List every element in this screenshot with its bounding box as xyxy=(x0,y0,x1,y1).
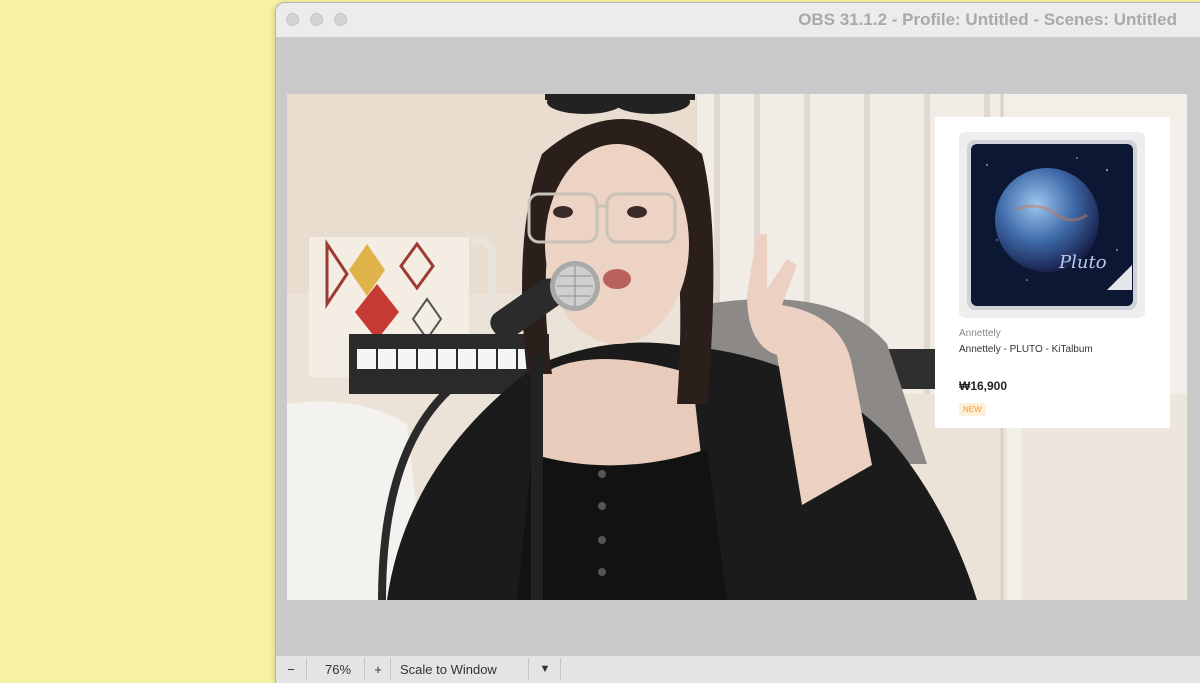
album-case: Pluto xyxy=(959,132,1145,318)
zoom-level: 76% xyxy=(324,662,352,677)
product-artist: Annettely xyxy=(959,328,1001,339)
preview-zoom-bar: − 76% + Scale to Window ▼ xyxy=(276,655,1200,683)
album-title-text: Pluto xyxy=(1058,252,1107,273)
scale-mode-select[interactable]: Scale to Window xyxy=(392,656,532,683)
new-badge: NEW xyxy=(959,403,986,416)
minimize-window-button[interactable] xyxy=(310,13,323,26)
zoom-out-button[interactable]: − xyxy=(278,656,304,683)
scale-dropdown-chevron-icon[interactable]: ▼ xyxy=(530,656,560,683)
product-title[interactable]: Annettely - PLUTO - KiTalbum xyxy=(959,344,1093,355)
album-cover-image: Pluto xyxy=(967,140,1137,310)
product-card-overlay[interactable]: Pluto Annettely Annettely - PLUTO - KiTa… xyxy=(935,117,1170,428)
zoom-in-button[interactable]: + xyxy=(366,656,390,683)
close-window-button[interactable] xyxy=(286,13,299,26)
product-price: ₩16,900 xyxy=(959,379,1008,393)
window-title: OBS 31.1.2 - Profile: Untitled - Scenes:… xyxy=(798,10,1177,29)
title-bar[interactable]: OBS 31.1.2 - Profile: Untitled - Scenes:… xyxy=(276,3,1200,38)
obs-window: OBS 31.1.2 - Profile: Untitled - Scenes:… xyxy=(275,2,1200,683)
maximize-window-button[interactable] xyxy=(334,13,347,26)
